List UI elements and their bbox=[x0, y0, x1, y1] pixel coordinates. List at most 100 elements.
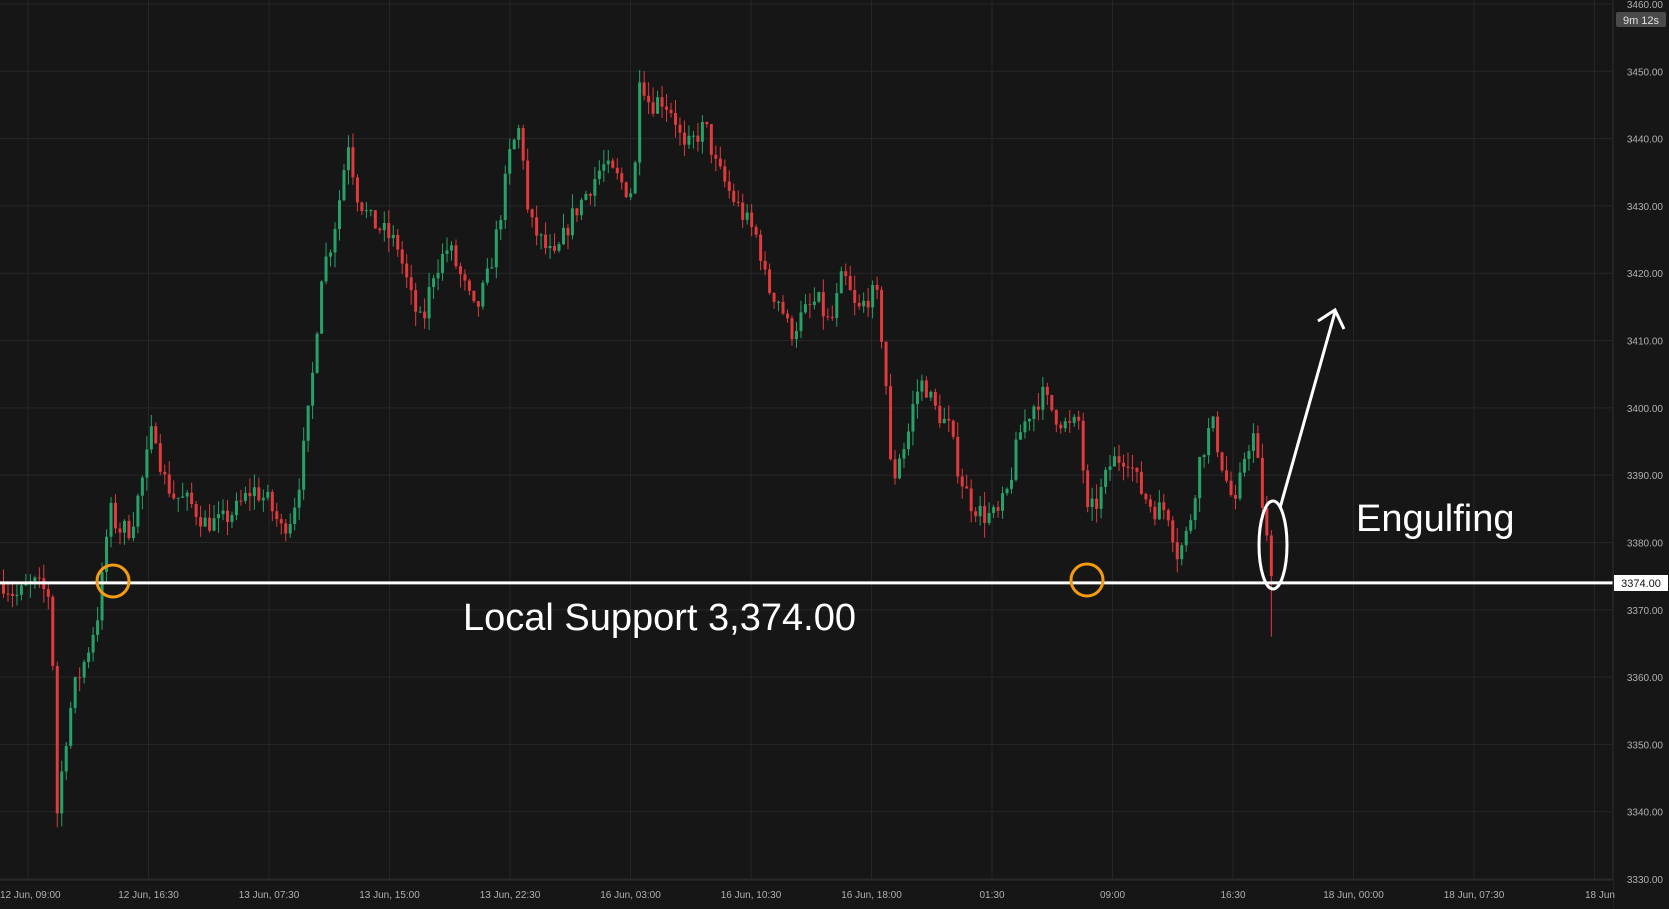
candle-body bbox=[839, 271, 843, 294]
candle-body bbox=[114, 502, 117, 529]
candle-body bbox=[10, 593, 14, 597]
candle-body bbox=[190, 492, 194, 505]
candle-body bbox=[790, 318, 794, 340]
time-tick-label: 13 Jun, 15:00 bbox=[359, 890, 420, 901]
candle-body bbox=[526, 160, 530, 210]
candle-body bbox=[768, 269, 772, 293]
candle-body bbox=[566, 227, 570, 236]
time-tick-label: 09:00 bbox=[1100, 890, 1125, 901]
candle-body bbox=[700, 122, 704, 142]
time-axis[interactable]: 12 Jun, 09:00 12 Jun, 16:30 13 Jun, 07:30 1… bbox=[0, 879, 1615, 909]
candle-body bbox=[844, 271, 848, 276]
candle-body bbox=[1063, 421, 1067, 429]
candle-body bbox=[633, 162, 637, 194]
candle-body bbox=[674, 113, 677, 125]
candle-body bbox=[642, 82, 646, 96]
candle-body bbox=[745, 212, 749, 220]
candle-body bbox=[682, 132, 686, 145]
candle-body bbox=[234, 500, 238, 516]
candle-body bbox=[508, 149, 512, 174]
candle-body bbox=[373, 210, 377, 229]
time-tick-label: 16 Jun, 18:00 bbox=[841, 890, 902, 901]
candle-body bbox=[781, 301, 785, 314]
candle-body bbox=[951, 420, 955, 437]
candle-body bbox=[387, 223, 391, 239]
candle-body bbox=[1260, 457, 1264, 508]
candle-body bbox=[1050, 394, 1054, 411]
candle-body bbox=[172, 493, 176, 499]
price-tick-label: 3340.00 bbox=[1627, 808, 1664, 819]
candle-body bbox=[1014, 439, 1018, 480]
candle-body bbox=[82, 661, 86, 678]
candle-body bbox=[203, 517, 207, 527]
candle-body bbox=[553, 245, 557, 251]
candle-body bbox=[606, 160, 610, 165]
candle-body bbox=[821, 292, 825, 317]
candle-body bbox=[454, 245, 458, 267]
candle-body bbox=[396, 234, 400, 250]
candle-body bbox=[866, 300, 870, 308]
candle-body bbox=[512, 139, 516, 150]
candle-body bbox=[37, 577, 41, 579]
price-axis[interactable]: 3460.00 3450.00 3440.00 3430.00 3420.00 3410.… bbox=[1612, 0, 1669, 909]
candle-body bbox=[889, 386, 893, 460]
candle-body bbox=[199, 517, 203, 527]
candle-body bbox=[60, 771, 64, 814]
candle-body bbox=[257, 487, 261, 501]
candle-body bbox=[19, 585, 23, 595]
candle-body bbox=[965, 486, 969, 489]
candle-body bbox=[1081, 420, 1085, 471]
candle-body bbox=[243, 492, 247, 501]
candle-body bbox=[597, 170, 601, 180]
time-tick-label: 18 Jun, 07:30 bbox=[1444, 890, 1505, 901]
candle-body bbox=[1072, 416, 1076, 423]
candle-body bbox=[1207, 428, 1211, 456]
time-tick-label: 12 Jun, 16:30 bbox=[118, 890, 179, 901]
price-tick-label: 3410.00 bbox=[1627, 337, 1664, 348]
candle-body bbox=[154, 426, 158, 444]
candle-body bbox=[494, 229, 498, 268]
candle-body bbox=[1068, 421, 1072, 423]
candle-body bbox=[1113, 456, 1117, 467]
candle-body bbox=[817, 292, 821, 302]
candle-body bbox=[181, 496, 185, 498]
candle-body bbox=[445, 250, 449, 254]
candle-body bbox=[687, 135, 691, 145]
candle-body bbox=[911, 404, 915, 432]
candle-body bbox=[772, 292, 776, 302]
candle-body bbox=[575, 208, 579, 216]
candle-body bbox=[485, 268, 489, 283]
candle-body bbox=[226, 510, 229, 523]
candle-body bbox=[588, 193, 592, 196]
candle-body bbox=[1247, 450, 1251, 459]
candle-body bbox=[987, 512, 991, 523]
candle-body bbox=[893, 459, 897, 479]
candle-body bbox=[1108, 466, 1112, 470]
candle-body bbox=[69, 707, 73, 747]
candle-body bbox=[1104, 469, 1108, 487]
candle-body bbox=[884, 341, 888, 387]
candle-body bbox=[1171, 520, 1175, 543]
candle-body bbox=[432, 278, 436, 288]
candle-body bbox=[548, 245, 552, 249]
price-tick-label: 3400.00 bbox=[1627, 404, 1664, 415]
candle-body bbox=[1202, 455, 1206, 458]
candle-body bbox=[1001, 493, 1005, 511]
candle-body bbox=[665, 106, 669, 110]
candle-body bbox=[414, 290, 418, 312]
candle-body bbox=[266, 491, 270, 498]
candle-body bbox=[629, 193, 633, 198]
candle-body bbox=[530, 209, 534, 218]
candle-body bbox=[248, 492, 252, 497]
candle-body bbox=[400, 249, 404, 264]
candle-body bbox=[933, 391, 937, 406]
candle-body bbox=[620, 173, 624, 183]
candle-body bbox=[669, 109, 673, 114]
candle-body bbox=[284, 523, 288, 534]
candle-body bbox=[602, 164, 606, 171]
candle-body bbox=[1269, 535, 1273, 577]
candle-body bbox=[2, 582, 5, 594]
timer-badge-label: 9m 12s bbox=[1623, 15, 1660, 27]
candle-body bbox=[584, 193, 588, 200]
candle-body bbox=[55, 666, 59, 814]
